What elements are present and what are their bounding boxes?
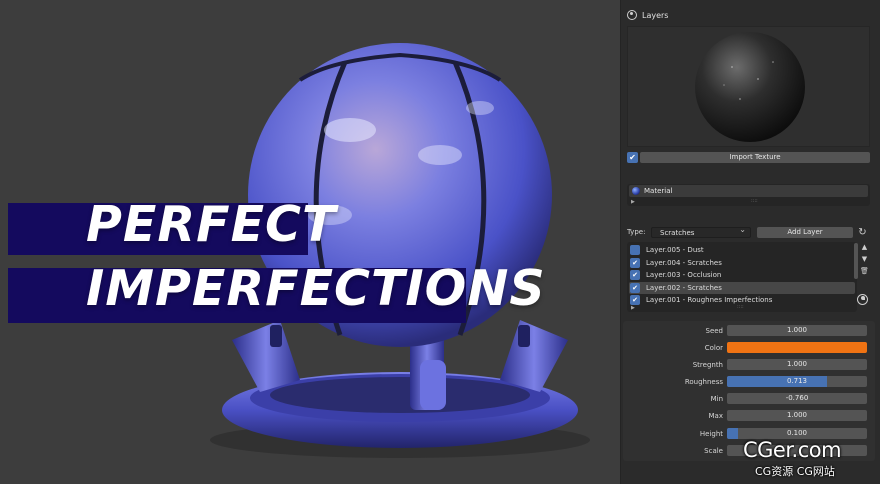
max-property: Max 1.000 <box>623 410 875 422</box>
expand-triangle-icon[interactable]: ▶ <box>631 199 635 205</box>
min-property: Min -0.760 <box>623 393 875 405</box>
strength-label: Stregnth <box>692 361 723 369</box>
import-texture-button[interactable]: Import Texture <box>640 152 870 163</box>
roughness-slider[interactable]: 0.713 <box>727 376 867 387</box>
height-label: Height <box>699 430 723 438</box>
material-preview <box>627 26 870 147</box>
layer-list-scrollbar[interactable] <box>854 243 858 279</box>
layer-checkbox[interactable]: ✔ <box>630 258 640 268</box>
color-label: Color <box>704 344 723 352</box>
roughness-label: Roughness <box>684 378 723 386</box>
seed-field[interactable]: 1.000 <box>727 325 867 336</box>
layers-panel-icon <box>627 10 637 20</box>
seed-label: Seed <box>705 327 724 335</box>
type-label: Type: <box>627 228 646 236</box>
scale-label: Scale <box>704 447 723 455</box>
list-item[interactable]: Layer.005 - Dust <box>629 244 855 256</box>
3d-viewport[interactable]: PERFECT IMPERFECTIONS <box>0 0 620 484</box>
add-layer-button[interactable]: Add Layer <box>757 226 853 238</box>
color-swatch-field[interactable] <box>727 342 867 353</box>
strength-property: Stregnth 1.000 <box>623 359 875 371</box>
min-label: Min <box>710 395 723 403</box>
watermark-domain: CGer.com <box>743 438 842 462</box>
list-item[interactable]: ✔ Layer.004 - Scratches <box>629 257 855 269</box>
layer-list: Layer.005 - Dust ✔ Layer.004 - Scratches… <box>627 242 857 312</box>
layer-name: Layer.004 - Scratches <box>646 259 722 267</box>
roughness-property: Roughness 0.713 <box>623 376 875 388</box>
trash-icon[interactable]: 🗑 <box>859 266 870 276</box>
preview-sphere-image <box>628 27 869 146</box>
headline-line-2: IMPERFECTIONS <box>86 260 546 317</box>
move-down-icon[interactable]: ▼ <box>859 254 870 264</box>
layer-checkbox[interactable] <box>630 245 640 255</box>
strength-field[interactable]: 1.000 <box>727 359 867 370</box>
site-watermark: CGer.com CG资源 CG网站 <box>739 437 876 480</box>
layers-panel: Layers ✔ Import Texture Material ▶:::: … <box>620 0 880 484</box>
material-name: Material <box>644 187 673 195</box>
layers-panel-header[interactable]: Layers <box>627 10 668 20</box>
material-sphere-icon <box>632 187 640 195</box>
watermark-tagline: CG资源 CG网站 <box>755 465 835 478</box>
resize-grip-icon[interactable]: :::: <box>737 304 744 310</box>
layer-type-dropdown[interactable]: Scratches <box>651 225 751 238</box>
material-slot-list: Material ▶ :::: <box>627 184 870 206</box>
material-slot[interactable]: Material <box>629 185 868 197</box>
layer-checkbox[interactable]: ✔ <box>630 270 640 280</box>
color-property: Color <box>623 342 875 354</box>
max-field[interactable]: 1.000 <box>727 410 867 421</box>
move-up-icon[interactable]: ▲ <box>859 242 870 252</box>
layers-panel-title: Layers <box>642 10 669 20</box>
import-texture-checkbox[interactable]: ✔ <box>627 152 638 163</box>
max-label: Max <box>708 412 723 420</box>
expand-triangle-icon[interactable]: ▶ <box>631 305 635 311</box>
layer-name: Layer.005 - Dust <box>646 246 704 254</box>
layer-name: Layer.002 - Scratches <box>646 284 722 292</box>
list-item-selected[interactable]: ✔ Layer.002 - Scratches <box>629 282 855 294</box>
layer-name: Layer.001 - Roughnes Imperfections <box>646 296 773 304</box>
list-item[interactable]: ✔ Layer.003 - Occlusion <box>629 269 855 281</box>
import-texture-row: ✔ Import Texture <box>627 152 870 163</box>
min-field[interactable]: -0.760 <box>727 393 867 404</box>
seed-value: 1.000 <box>786 326 808 334</box>
seed-property: Seed 1.000 <box>623 325 875 337</box>
roughness-value: 0.713 <box>786 377 808 385</box>
strength-value: 1.000 <box>786 360 808 368</box>
layer-name: Layer.003 - Occlusion <box>646 271 722 279</box>
layer-checkbox[interactable]: ✔ <box>630 295 640 305</box>
refresh-icon[interactable]: ↻ <box>857 227 868 238</box>
layer-type-row: Type: Scratches Add Layer ↻ <box>627 225 879 238</box>
min-value: -0.760 <box>785 394 809 402</box>
material-options-icon[interactable] <box>857 294 868 305</box>
max-value: 1.000 <box>786 411 808 419</box>
headline-line-1: PERFECT <box>86 196 337 253</box>
layer-list-actions: ▲ ▼ 🗑 <box>859 242 870 276</box>
layer-checkbox[interactable]: ✔ <box>630 283 640 293</box>
resize-grip-icon[interactable]: :::: <box>751 198 758 204</box>
